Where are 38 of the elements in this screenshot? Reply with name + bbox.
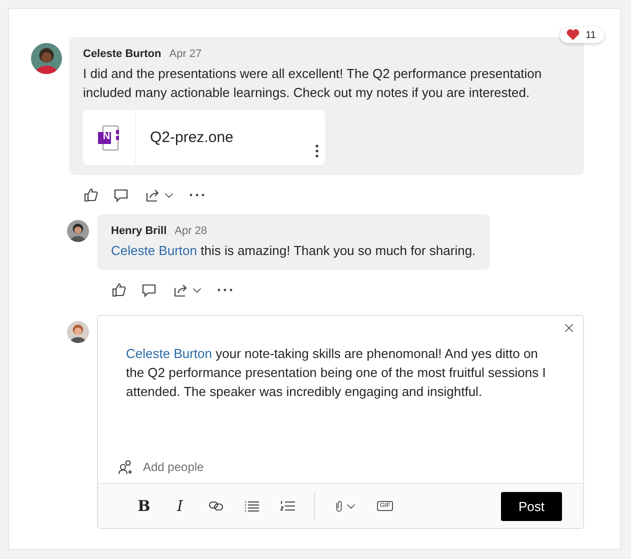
file-name: Q2-prez.one: [150, 129, 234, 146]
reply-button[interactable]: [141, 282, 157, 298]
like-button[interactable]: [111, 282, 127, 298]
reaction-pill[interactable]: 11: [560, 27, 604, 43]
thumbs-up-icon: [111, 282, 127, 298]
message-text: I did and the presentations were all excellent! The Q2 performance presentation included many actionable learnings. Check out my notes if you are interested.: [83, 65, 543, 102]
comment-icon: [141, 282, 157, 298]
more-button[interactable]: [217, 288, 233, 292]
mention-link[interactable]: Celeste Burton: [126, 346, 212, 361]
more-icon: [189, 193, 205, 197]
bold-button[interactable]: B: [126, 491, 162, 521]
author-name: Henry Brill: [111, 225, 167, 237]
message-date: Apr 28: [174, 225, 208, 237]
file-attachment[interactable]: N Q2-prez.one: [83, 110, 325, 165]
reply-button[interactable]: [113, 187, 129, 203]
comment-icon: [113, 187, 129, 203]
reply-text: Celeste Burton this is amazing! Thank you so much for sharing.: [111, 242, 476, 260]
more-button[interactable]: [189, 193, 205, 197]
mention-link[interactable]: Celeste Burton: [111, 243, 197, 258]
author-name: Celeste Burton: [83, 48, 162, 60]
notebook-icon: [96, 124, 122, 152]
message-input[interactable]: Celeste Burton your note-taking skills are phenomonal! And yes ditto on the Q2 performance presentation being one of the most fruitful sessions I attended. The speaker was incredibly engaging and insightful.: [98, 316, 583, 459]
post-button[interactable]: Post: [501, 492, 562, 520]
heart-icon: [566, 29, 580, 41]
add-people-icon: [118, 459, 134, 475]
add-people-button[interactable]: Add people: [118, 459, 583, 475]
app-letter: N: [102, 131, 112, 143]
message-date: Apr 27: [169, 48, 202, 60]
avatar: [31, 43, 62, 74]
more-icon: [217, 288, 233, 292]
italic-button[interactable]: I: [162, 491, 198, 521]
close-icon: [563, 322, 575, 334]
reaction-count: 11: [586, 30, 596, 40]
vertical-ellipsis-icon: [315, 144, 319, 158]
avatar: [67, 321, 89, 343]
avatar: [67, 220, 89, 242]
like-button[interactable]: [83, 187, 99, 203]
thumbs-up-icon: [83, 187, 99, 203]
